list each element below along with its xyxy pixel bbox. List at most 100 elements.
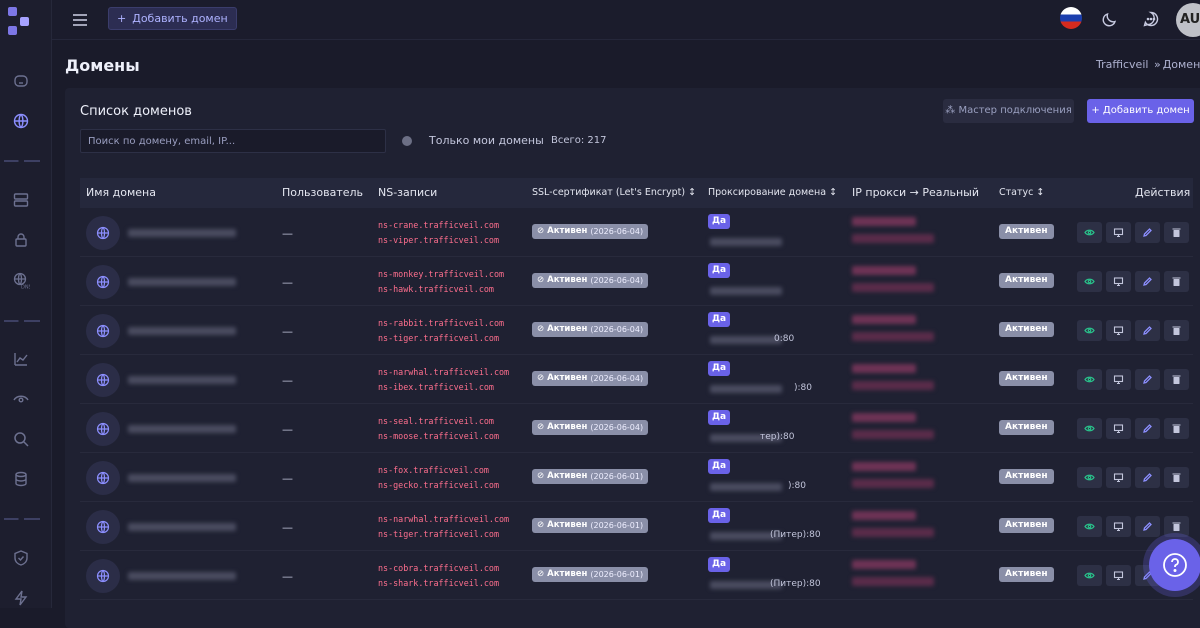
th-user[interactable]: Пользователь [282, 178, 363, 208]
add-domain-top-button[interactable]: + Добавить домен [108, 7, 237, 30]
redacted-domain-name[interactable] [128, 327, 236, 335]
delete-button[interactable] [1164, 516, 1189, 537]
add-domain-button[interactable]: + Добавить домен [1087, 99, 1194, 123]
dns-icon[interactable]: DNS [12, 271, 32, 291]
view-button[interactable] [1077, 369, 1102, 390]
ns-record-2: ns-viper.trafficveil.com [378, 235, 500, 245]
delete-button[interactable] [1164, 418, 1189, 439]
view-button[interactable] [1077, 565, 1102, 586]
monitor-button[interactable] [1106, 565, 1131, 586]
sort-icon: ↕ [688, 187, 697, 198]
svg-text:DNS: DNS [21, 285, 30, 290]
user-cell: — [282, 374, 293, 387]
th-name[interactable]: Имя домена [86, 178, 156, 208]
monitor-button[interactable] [1106, 467, 1131, 488]
redacted-domain-name[interactable] [128, 474, 236, 482]
view-button[interactable] [1077, 516, 1102, 537]
th-status[interactable]: Статус ↕ [999, 178, 1044, 208]
only-mine-toggle[interactable] [402, 136, 412, 146]
server-icon[interactable] [12, 191, 30, 209]
th-proxy[interactable]: Проксирование домена ↕ [708, 178, 837, 208]
user-cell: — [282, 276, 293, 289]
ns-record-1: ns-narwhal.trafficveil.com [378, 367, 510, 377]
delete-button[interactable] [1164, 369, 1189, 390]
moon-icon[interactable] [1101, 10, 1119, 28]
trash-icon [1172, 424, 1181, 433]
ssl-status: Активен [547, 569, 588, 579]
edit-button[interactable] [1135, 320, 1160, 341]
view-button[interactable] [1077, 222, 1102, 243]
search-icon[interactable] [12, 430, 30, 448]
edit-button[interactable] [1135, 369, 1160, 390]
redacted-real-ip [852, 381, 934, 390]
th-ip[interactable]: IP прокси → Реальный [852, 178, 979, 208]
shield-icon[interactable] [12, 549, 30, 567]
monitor-button[interactable] [1106, 418, 1131, 439]
redacted-proxy-ip [710, 385, 782, 393]
proxy-badge: Да [708, 459, 730, 474]
view-button[interactable] [1077, 271, 1102, 292]
monitor-button[interactable] [1106, 320, 1131, 341]
monitor-button[interactable] [1106, 369, 1131, 390]
th-ns[interactable]: NS-записи [378, 178, 437, 208]
edit-button[interactable] [1135, 271, 1160, 292]
domain-globe-icon [86, 363, 120, 397]
status-badge: Активен [999, 567, 1054, 582]
bolt-icon[interactable] [12, 589, 30, 607]
eye-icon[interactable] [12, 390, 30, 408]
view-button[interactable] [1077, 467, 1102, 488]
domain-globe-icon [86, 559, 120, 593]
redacted-domain-name[interactable] [128, 376, 236, 384]
redacted-domain-name[interactable] [128, 572, 236, 580]
view-button[interactable] [1077, 418, 1102, 439]
wizard-button[interactable]: ⁂ Мастер подключения [943, 99, 1074, 123]
app-logo[interactable] [6, 4, 30, 36]
edit-button[interactable] [1135, 516, 1160, 537]
redacted-domain-name[interactable] [128, 425, 236, 433]
monitor-button[interactable] [1106, 271, 1131, 292]
check-circle-icon: ⊘ [537, 275, 545, 285]
lock-icon[interactable] [12, 231, 30, 249]
add-domain-label: Добавить домен [1102, 105, 1190, 116]
redacted-domain-name[interactable] [128, 278, 236, 286]
russian-flag-icon[interactable] [1060, 7, 1082, 29]
redacted-domain-name[interactable] [128, 523, 236, 531]
ssl-status: Активен [547, 471, 588, 481]
eye-icon [1084, 376, 1095, 383]
home-icon[interactable] [12, 72, 30, 90]
edit-button[interactable] [1135, 418, 1160, 439]
breadcrumb-root[interactable]: Trafficveil [1096, 58, 1148, 71]
menu-icon[interactable] [72, 12, 88, 26]
edit-button[interactable] [1135, 222, 1160, 243]
delete-button[interactable] [1164, 222, 1189, 243]
ns-record-2: ns-tiger.trafficveil.com [378, 529, 500, 539]
globe-icon[interactable] [12, 112, 30, 130]
table-row: — ns-monkey.trafficveil.com ns-hawk.traf… [80, 257, 1193, 306]
redacted-domain-name[interactable] [128, 229, 236, 237]
avatar[interactable]: AU [1176, 3, 1200, 37]
help-button[interactable] [1149, 539, 1200, 591]
status-badge: Активен [999, 273, 1054, 288]
ssl-status: Активен [547, 275, 588, 285]
status-badge: Активен [999, 224, 1054, 239]
trash-icon [1172, 473, 1181, 482]
delete-button[interactable] [1164, 467, 1189, 488]
search-input[interactable] [80, 129, 386, 153]
monitor-button[interactable] [1106, 222, 1131, 243]
delete-button[interactable] [1164, 271, 1189, 292]
delete-button[interactable] [1164, 320, 1189, 341]
monitor-icon [1113, 522, 1124, 532]
chart-icon[interactable] [12, 350, 30, 368]
ns-record-1: ns-cobra.trafficveil.com [378, 563, 500, 573]
th-ssl[interactable]: SSL-сертификат (Let's Encrypt) ↕ [532, 178, 696, 208]
view-button[interactable] [1077, 320, 1102, 341]
monitor-button[interactable] [1106, 516, 1131, 537]
monitor-icon [1113, 228, 1124, 238]
ns-record-1: ns-seal.trafficveil.com [378, 416, 494, 426]
chat-icon[interactable] [1142, 10, 1160, 28]
database-icon[interactable] [12, 470, 30, 488]
edit-button[interactable] [1135, 467, 1160, 488]
redacted-proxy-ip [852, 560, 916, 569]
proxy-location: тер):80 [760, 432, 795, 442]
check-circle-icon: ⊘ [537, 520, 545, 530]
